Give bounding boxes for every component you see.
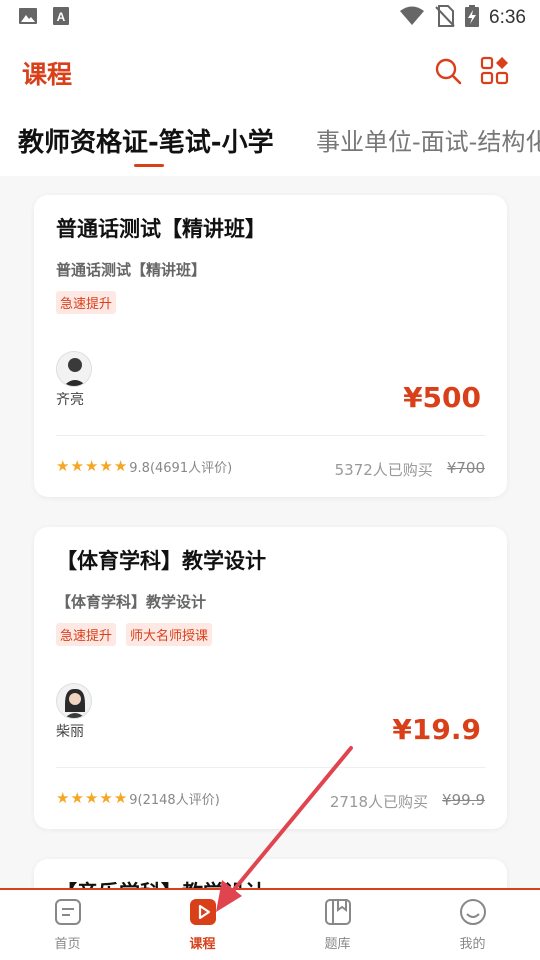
apps-icon[interactable] <box>480 56 510 90</box>
star-icon: ★ <box>99 457 113 475</box>
rating-text: 9.8(4691人评价) <box>129 461 233 476</box>
nav-item-question-bank[interactable]: 题库 <box>270 890 405 960</box>
rating-stars: ★ ★ ★ ★ ★ <box>56 459 127 474</box>
course-tag: 师大名师授课 <box>126 623 213 646</box>
star-icon: ★ <box>70 457 84 475</box>
star-icon: ★ <box>70 789 84 807</box>
course-tag: 急速提升 <box>56 291 117 314</box>
course-title: 【音乐学科】教学设计 <box>56 877 266 888</box>
book-icon <box>324 898 352 930</box>
play-icon <box>189 898 217 930</box>
no-sim-icon <box>435 5 455 31</box>
nav-label: 首页 <box>54 937 81 952</box>
course-title: 【体育学科】教学设计 <box>56 549 266 573</box>
star-icon: ★ <box>113 457 128 475</box>
star-icon: ★ <box>84 789 99 807</box>
course-price: ¥500 <box>403 381 481 414</box>
course-rating: ★ ★ ★ ★ ★ 9(2148人评价) <box>56 789 220 809</box>
nav-item-profile[interactable]: 我的 <box>405 890 540 960</box>
status-time: 6:36 <box>489 7 526 28</box>
star-icon: ★ <box>56 789 70 807</box>
course-tags: 急速提升 师大名师授课 <box>56 623 213 646</box>
battery-charging-icon <box>465 5 480 31</box>
course-price: ¥19.9 <box>392 713 481 746</box>
course-meta: 2718人已购买 ¥99.9 <box>330 791 485 812</box>
category-tabs: 教师资格证-笔试-小学 事业单位-面试-结构化 <box>0 110 540 176</box>
star-icon: ★ <box>56 457 70 475</box>
page-title: 课程 <box>22 60 73 89</box>
nav-label: 课程 <box>189 937 216 952</box>
course-tag: 急速提升 <box>56 623 117 646</box>
search-icon[interactable] <box>434 57 462 89</box>
nav-item-home[interactable]: 首页 <box>0 890 135 960</box>
wifi-icon <box>399 6 425 30</box>
course-subtitle: 【体育学科】教学设计 <box>56 593 207 611</box>
image-icon <box>18 6 38 30</box>
sold-count: 5372人已购买 <box>334 461 433 479</box>
course-rating: ★ ★ ★ ★ ★ 9.8(4691人评价) <box>56 457 233 477</box>
course-card[interactable]: 普通话测试【精讲班】 普通话测试【精讲班】 急速提升 齐亮 ¥500 ★ ★ ★… <box>34 195 507 497</box>
tab-primary-written[interactable]: 教师资格证-笔试-小学 <box>18 122 274 159</box>
svg-text:A: A <box>57 10 66 24</box>
original-price: ¥700 <box>446 459 485 477</box>
star-icon: ★ <box>113 789 128 807</box>
original-price: ¥99.9 <box>442 791 485 809</box>
course-title: 普通话测试【精讲班】 <box>56 217 266 241</box>
card-divider <box>56 435 485 436</box>
bottom-nav: 首页 课程 题库 我的 <box>0 888 540 960</box>
nav-label: 我的 <box>459 937 486 952</box>
rating-stars: ★ ★ ★ ★ ★ <box>56 791 127 806</box>
course-subtitle: 普通话测试【精讲班】 <box>56 261 207 279</box>
active-tab-indicator <box>134 164 164 167</box>
profile-icon <box>459 898 487 930</box>
teacher-avatar <box>56 351 92 387</box>
course-card[interactable]: 【体育学科】教学设计 【体育学科】教学设计 急速提升 师大名师授课 柴丽 ¥19… <box>34 527 507 829</box>
home-icon <box>54 898 82 930</box>
course-card[interactable]: 【音乐学科】教学设计 <box>34 859 507 888</box>
font-icon: A <box>52 6 70 30</box>
star-icon: ★ <box>84 457 99 475</box>
card-divider <box>56 767 485 768</box>
course-meta: 5372人已购买 ¥700 <box>335 459 485 480</box>
status-bar: A 6:36 <box>0 0 540 36</box>
teacher-name: 齐亮 <box>56 392 84 408</box>
course-tags: 急速提升 <box>56 291 117 314</box>
star-icon: ★ <box>99 789 113 807</box>
nav-label: 题库 <box>324 937 351 952</box>
teacher-avatar <box>56 683 92 719</box>
course-list[interactable]: 普通话测试【精讲班】 普通话测试【精讲班】 急速提升 齐亮 ¥500 ★ ★ ★… <box>0 176 540 888</box>
nav-item-courses[interactable]: 课程 <box>135 890 270 960</box>
tab-interview-structured[interactable]: 事业单位-面试-结构化 <box>316 122 540 157</box>
sold-count: 2718人已购买 <box>329 793 429 811</box>
rating-text: 9(2148人评价) <box>129 793 220 808</box>
teacher-name: 柴丽 <box>56 724 84 740</box>
app-header: 课程 <box>0 36 540 110</box>
